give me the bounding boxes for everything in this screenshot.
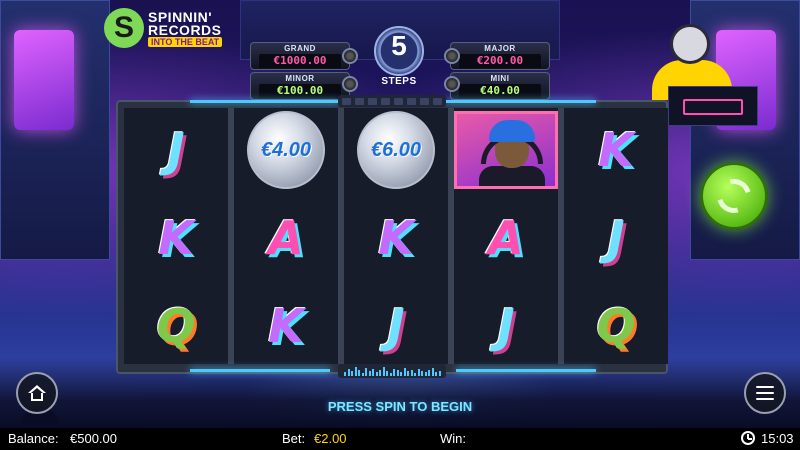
step-dot — [355, 98, 364, 105]
symbol-k: K — [234, 284, 338, 368]
symbol-letter: K — [378, 211, 414, 265]
dj-desk — [668, 86, 758, 126]
step-dot — [420, 98, 429, 105]
dj-monkey-icon — [454, 111, 558, 189]
jackpot-grand: GRAND €1000.00 — [250, 42, 350, 70]
coin-value: €6.00 — [370, 138, 422, 161]
symbol-letter: J — [607, 211, 625, 265]
bet-value[interactable]: €2.00 — [314, 431, 347, 447]
symbol-k: K — [564, 108, 668, 192]
step-dot — [407, 98, 416, 105]
symbol-letter: K — [268, 299, 304, 353]
balance-label: Balance: — [8, 431, 59, 446]
symbol-coin: €4.00 — [234, 108, 338, 192]
symbol-q: Q — [124, 284, 228, 368]
symbol-k: K — [124, 196, 228, 280]
jackpot-grand-value: €1000.00 — [259, 54, 341, 68]
top-light-right — [446, 100, 596, 103]
spin-button[interactable] — [700, 162, 768, 230]
step-dot — [394, 98, 403, 105]
logo-mark: S — [104, 8, 144, 48]
jackpot-major: MAJOR €200.00 — [450, 42, 550, 70]
symbol-letter: J — [167, 123, 185, 177]
symbol-letter: Q — [156, 299, 196, 353]
symbol-a: A — [454, 196, 558, 280]
step-dot — [368, 98, 377, 105]
status-bar: Balance: €500.00 Bet: €2.00 Win: 15:03 — [0, 428, 800, 450]
jackpot-grand-label: GRAND — [284, 44, 316, 53]
home-icon — [28, 385, 46, 401]
logo-line2: RECORDS — [148, 22, 222, 38]
symbol-j: J — [124, 108, 228, 192]
symbol-q: Q — [564, 284, 668, 368]
logo-tagline: INTO THE BEAT — [148, 37, 223, 47]
menu-button[interactable] — [744, 372, 786, 414]
win-label: Win: — [440, 431, 466, 446]
spin-prompt: PRESS SPIN TO BEGIN — [327, 399, 473, 414]
symbol-k: K — [344, 196, 448, 280]
step-dots — [338, 95, 446, 107]
reels-top-bar — [120, 95, 666, 107]
symbol-j: J — [454, 284, 558, 368]
symbol-letter: Q — [596, 299, 636, 353]
steps-counter: 5 STEPS — [370, 26, 428, 88]
knob-icon — [342, 76, 358, 92]
symbol-j: J — [344, 284, 448, 368]
left-led-screen — [14, 30, 74, 130]
symbol-letter: K — [598, 123, 634, 177]
symbol-letter: J — [387, 299, 405, 353]
symbol-letter: K — [158, 211, 194, 265]
home-button[interactable] — [16, 372, 58, 414]
hamburger-menu-icon — [756, 386, 774, 400]
jackpot-major-label: MAJOR — [484, 44, 516, 53]
symbol-letter: J — [497, 299, 515, 353]
reels-bottom-bar — [120, 364, 666, 378]
symbol-letter: A — [488, 211, 524, 265]
dj-head — [670, 24, 710, 64]
knob-icon — [444, 76, 460, 92]
step-dot — [342, 98, 351, 105]
symbol-wild — [454, 108, 558, 192]
equalizer-icon — [338, 364, 446, 378]
knob-icon — [342, 48, 358, 64]
balance-value: €500.00 — [70, 431, 117, 446]
clock-icon — [741, 431, 755, 445]
top-light-left — [190, 100, 340, 103]
bottom-light-right — [456, 369, 596, 372]
bottom-light-left — [190, 369, 330, 372]
steps-label: STEPS — [381, 76, 417, 87]
jackpot-mini-label: MINI — [490, 74, 510, 83]
steps-count: 5 — [391, 30, 407, 61]
clock-time: 15:03 — [761, 431, 794, 446]
symbol-coin: €6.00 — [344, 108, 448, 192]
jackpot-major-value: €200.00 — [459, 54, 541, 68]
coin-value: €4.00 — [260, 138, 312, 161]
knob-icon — [444, 48, 460, 64]
refresh-arrows-icon — [710, 172, 758, 220]
game-logo: S SPINNIN' RECORDS INTO THE BEAT — [104, 8, 224, 52]
coin-icon: €6.00 — [357, 111, 435, 189]
symbol-letter: A — [268, 211, 304, 265]
symbol-j: J — [564, 196, 668, 280]
coin-icon: €4.00 — [247, 111, 325, 189]
step-dot — [381, 98, 390, 105]
waveform-icon — [683, 99, 743, 115]
jackpot-minor-label: MINOR — [285, 74, 315, 83]
step-dot — [433, 98, 442, 105]
bet-label: Bet: — [282, 431, 306, 446]
symbol-a: A — [234, 196, 338, 280]
